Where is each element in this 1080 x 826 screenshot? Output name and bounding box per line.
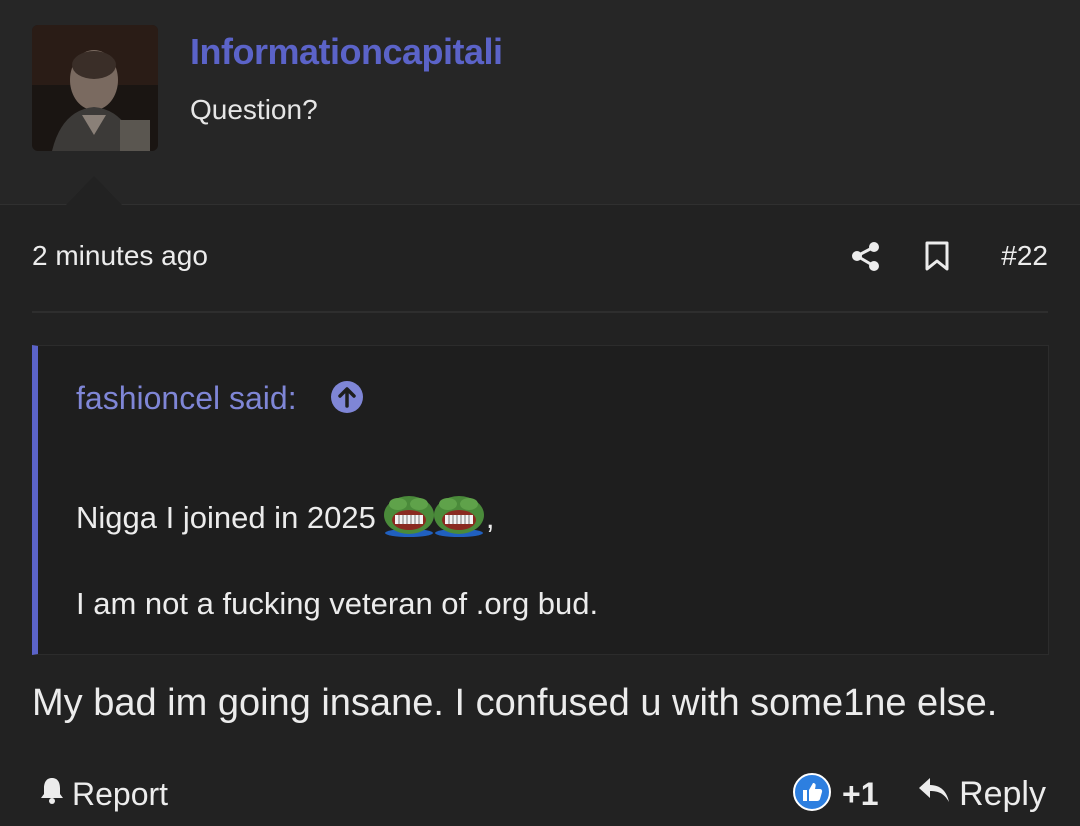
reply-button[interactable]: Reply <box>917 775 1046 814</box>
post-number-link[interactable]: #22 <box>1001 240 1048 272</box>
divider <box>32 311 1048 313</box>
quote-line-1: Nigga I joined in 2025 , <box>76 491 495 545</box>
pepe-laugh-emoji <box>382 491 436 545</box>
report-button[interactable]: Report <box>38 775 168 813</box>
post-header: Informationcapitali Question? <box>0 0 1080 205</box>
header-pointer <box>66 176 122 205</box>
like-count[interactable]: +1 <box>842 776 878 813</box>
reply-icon <box>917 775 951 814</box>
share-icon[interactable] <box>850 240 882 277</box>
reaction-summary[interactable]: +1 <box>792 772 878 817</box>
post-timestamp[interactable]: 2 minutes ago <box>32 240 208 272</box>
bell-icon <box>38 775 66 813</box>
thumbs-up-icon <box>792 772 832 817</box>
quote-author[interactable]: fashioncel said: <box>76 380 297 417</box>
quote-text-1: Nigga I joined in 2025 <box>76 500 376 535</box>
report-label: Report <box>72 775 169 812</box>
quote-block: fashioncel said: Nigga I joined in 2025 <box>32 345 1049 655</box>
reply-label: Reply <box>959 775 1046 813</box>
quote-line-2: I am not a fucking veteran of .org bud. <box>76 586 599 621</box>
arrow-up-circle-icon[interactable] <box>330 380 364 419</box>
username-link[interactable]: Informationcapitali <box>190 31 503 73</box>
quote-text-1-suffix: , <box>485 500 495 535</box>
user-title: Question? <box>190 94 318 125</box>
bookmark-icon[interactable] <box>923 240 951 277</box>
avatar[interactable] <box>32 25 158 151</box>
post-body: My bad im going insane. I confused u wit… <box>32 682 998 724</box>
pepe-laugh-emoji <box>432 491 486 545</box>
